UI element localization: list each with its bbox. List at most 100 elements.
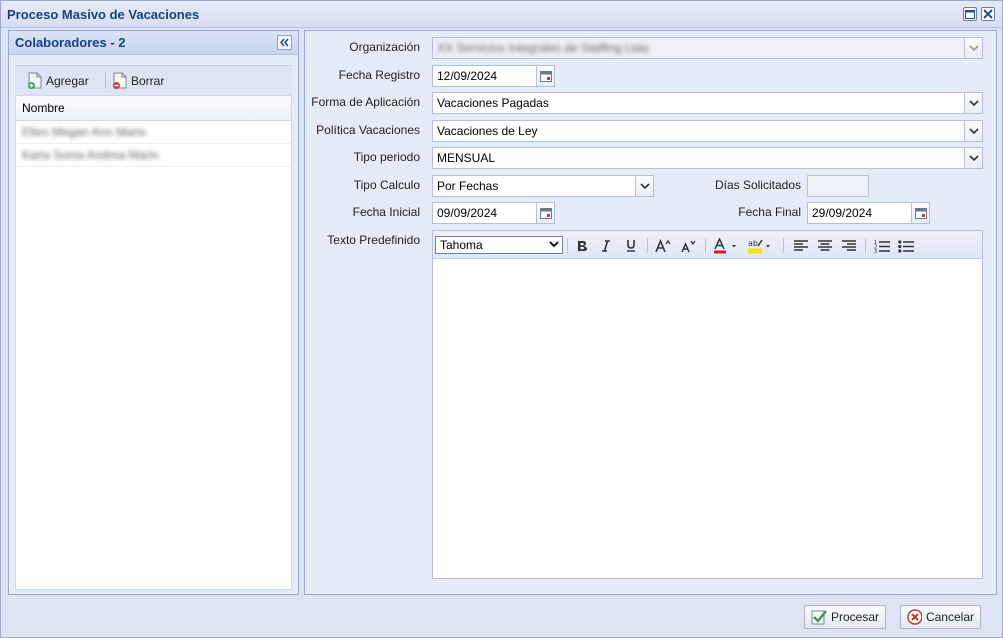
align-left-icon [794, 239, 808, 251]
tipo-periodo-select[interactable]: MENSUAL [432, 147, 983, 169]
chevron-down-icon [549, 241, 559, 248]
calendar-icon [539, 70, 552, 82]
toolbar-divider [865, 238, 866, 253]
italic-button[interactable] [596, 236, 616, 255]
tipo-calculo-dropdown-button[interactable] [635, 176, 653, 196]
toolbar-divider [783, 238, 784, 253]
fecha-inicial-calendar-button[interactable] [536, 202, 555, 224]
dias-solicitados-input[interactable] [807, 175, 869, 197]
calendar-icon [914, 207, 927, 219]
fecha-inicial-input[interactable]: 09/09/2024 [432, 202, 538, 224]
cancel-label: Cancelar [925, 610, 974, 624]
fecha-final-label: Fecha Final [738, 205, 801, 219]
font-family-value: Tahoma [440, 238, 483, 252]
process-button[interactable]: Procesar [804, 605, 886, 629]
align-center-button[interactable] [815, 236, 835, 255]
table-row[interactable]: Ellen Megan Ann Marie [16, 121, 291, 144]
forma-aplicacion-dropdown-button[interactable] [964, 93, 982, 113]
fecha-registro-calendar-button[interactable] [536, 65, 555, 87]
fecha-final-input[interactable]: 29/09/2024 [807, 202, 913, 224]
fecha-registro-label: Fecha Registro [338, 68, 420, 82]
editor-content-area[interactable] [433, 260, 982, 578]
close-button[interactable] [981, 7, 995, 21]
close-icon [983, 9, 993, 19]
highlight-icon: ab [748, 239, 770, 253]
delete-document-icon [113, 72, 127, 89]
toolbar-divider [647, 238, 648, 253]
vacation-form-panel: Organización XX Servicios Integrales de … [304, 30, 997, 595]
tipo-calculo-value: Por Fechas [437, 179, 499, 193]
forma-aplicacion-label: Forma de Aplicación [311, 95, 420, 109]
rich-text-editor: Tahoma ab 1 2 3 [432, 230, 983, 579]
dialog-window: Proceso Masivo de Vacaciones Colaborador… [0, 0, 1003, 638]
cancel-circle-icon [907, 609, 922, 625]
add-document-icon [28, 72, 42, 89]
grow-font-icon [655, 238, 671, 252]
underline-button[interactable] [621, 236, 641, 255]
unordered-list-button[interactable] [896, 236, 916, 255]
editor-toolbar: Tahoma ab 1 2 3 [433, 231, 982, 259]
politica-value: Vacaciones de Ley [437, 124, 538, 138]
dias-solicitados-label: Días Solicitados [714, 178, 801, 192]
process-label: Procesar [830, 610, 879, 624]
collapse-panel-button[interactable] [277, 35, 292, 50]
shrink-font-button[interactable] [678, 236, 698, 255]
add-collaborator-button[interactable]: Agregar [27, 70, 89, 92]
toolbar-divider [705, 238, 706, 253]
align-left-button[interactable] [791, 236, 811, 255]
grow-font-button[interactable] [653, 236, 673, 255]
bold-button[interactable] [572, 236, 592, 255]
ordered-list-icon: 123 [874, 240, 890, 253]
forma-aplicacion-select[interactable]: Vacaciones Pagadas [432, 92, 983, 114]
check-document-icon [811, 610, 827, 625]
window-title: Proceso Masivo de Vacaciones [7, 7, 200, 22]
chevron-down-icon [968, 45, 979, 51]
fecha-final-calendar-button[interactable] [911, 202, 930, 224]
column-header-nombre[interactable]: Nombre [16, 96, 291, 121]
collaborator-name: Karla Sonia Andrea Marin [22, 148, 159, 162]
ordered-list-button[interactable]: 123 [872, 236, 892, 255]
collaborators-title: Colaboradores - 2 [15, 35, 126, 50]
tipo-periodo-label: Tipo periodo [353, 150, 420, 164]
maximize-button[interactable] [963, 7, 977, 21]
table-row[interactable]: Karla Sonia Andrea Marin [16, 144, 291, 167]
chevron-down-icon [968, 155, 979, 161]
tipo-periodo-value: MENSUAL [437, 151, 496, 165]
politica-label: Política Vacaciones [316, 123, 420, 137]
bullet-list-icon [898, 239, 914, 253]
font-color-button[interactable] [712, 236, 742, 255]
tipo-calculo-label: Tipo Calculo [353, 178, 420, 192]
font-family-select[interactable]: Tahoma [435, 236, 563, 254]
delete-collaborator-button[interactable]: Borrar [112, 70, 164, 92]
shrink-font-icon [681, 240, 696, 252]
texto-predefinido-label: Texto Predefinido [327, 233, 420, 247]
highlight-color-button[interactable]: ab [746, 236, 776, 255]
organizacion-value: XX Servicios Integrales de Staffing Ltda [437, 41, 649, 55]
collaborator-name: Ellen Megan Ann Marie [22, 125, 147, 139]
cancel-button[interactable]: Cancelar [900, 605, 981, 629]
delete-label: Borrar [131, 74, 165, 88]
italic-icon [602, 239, 610, 252]
collaborators-toolbar: Agregar Borrar [15, 65, 292, 95]
svg-text:ab: ab [748, 239, 758, 248]
font-color-icon [714, 237, 736, 253]
align-right-icon [842, 239, 856, 251]
align-right-button[interactable] [839, 236, 859, 255]
organizacion-select[interactable]: XX Servicios Integrales de Staffing Ltda [432, 37, 983, 59]
maximize-icon [965, 9, 975, 19]
forma-aplicacion-value: Vacaciones Pagadas [437, 96, 549, 110]
tipo-periodo-dropdown-button[interactable] [964, 148, 982, 168]
organizacion-dropdown-button[interactable] [964, 38, 982, 58]
politica-select[interactable]: Vacaciones de Ley [432, 120, 983, 142]
chevron-down-icon [968, 100, 979, 106]
chevron-down-icon [639, 183, 650, 189]
calendar-icon [539, 207, 552, 219]
politica-dropdown-button[interactable] [964, 121, 982, 141]
bold-icon [578, 240, 587, 251]
chevron-down-icon [968, 128, 979, 134]
organizacion-label: Organización [349, 40, 420, 54]
title-bar[interactable]: Proceso Masivo de Vacaciones [1, 1, 1002, 28]
svg-text:3: 3 [874, 249, 877, 253]
fecha-registro-input[interactable]: 12/09/2024 [432, 65, 538, 87]
tipo-calculo-select[interactable]: Por Fechas [432, 175, 654, 197]
